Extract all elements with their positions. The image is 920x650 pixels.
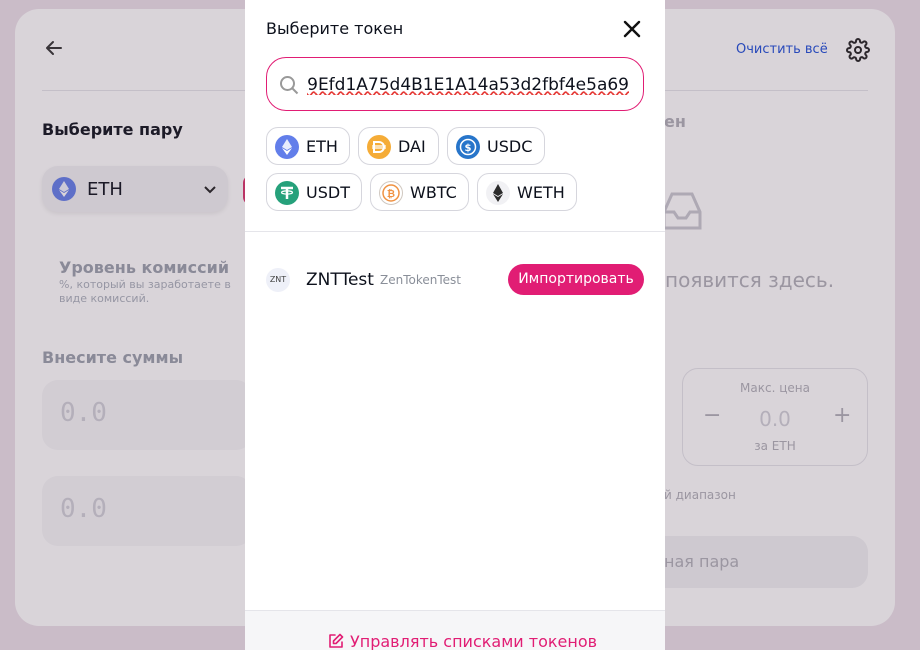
edit-icon (329, 633, 344, 648)
common-token-eth[interactable]: ETH (266, 127, 350, 165)
import-token-button[interactable]: Импортировать (508, 264, 644, 295)
usdc-icon: $ (456, 135, 480, 159)
common-token-usdc[interactable]: $ USDC (447, 127, 545, 165)
common-token-label: WETH (517, 183, 565, 202)
manage-token-lists-link[interactable]: Управлять списками токенов (350, 632, 597, 650)
common-token-label: USDC (487, 137, 533, 156)
select-token-modal: Выберите токен ETH DAI $ USDC USDT ₿ WBT… (245, 0, 665, 650)
modal-title: Выберите токен (266, 19, 404, 38)
modal-divider (245, 231, 665, 232)
weth-icon (486, 181, 510, 205)
common-token-usdt[interactable]: USDT (266, 173, 362, 211)
token-search-input[interactable] (307, 70, 629, 100)
result-token-symbol: ZNTTest (306, 270, 374, 290)
common-token-weth[interactable]: WETH (477, 173, 577, 211)
search-icon (280, 76, 299, 95)
close-icon[interactable] (621, 18, 643, 40)
common-token-label: ETH (306, 137, 338, 156)
usdt-icon (275, 181, 299, 205)
token-search-field[interactable] (266, 57, 644, 111)
common-token-label: WBTC (410, 183, 457, 202)
result-token-name: ZenTokenTest (380, 273, 461, 287)
eth-icon (275, 135, 299, 159)
common-token-label: USDT (306, 183, 350, 202)
svg-text:₿: ₿ (387, 188, 395, 200)
common-token-dai[interactable]: DAI (358, 127, 439, 165)
common-token-label: DAI (398, 137, 426, 156)
wbtc-icon: ₿ (379, 181, 403, 205)
common-token-wbtc[interactable]: ₿ WBTC (370, 173, 469, 211)
manage-token-lists-footer[interactable]: Управлять списками токенов (245, 610, 665, 650)
token-logo-placeholder: ZNT (266, 268, 290, 292)
dai-icon (367, 135, 391, 159)
svg-text:$: $ (465, 143, 472, 154)
